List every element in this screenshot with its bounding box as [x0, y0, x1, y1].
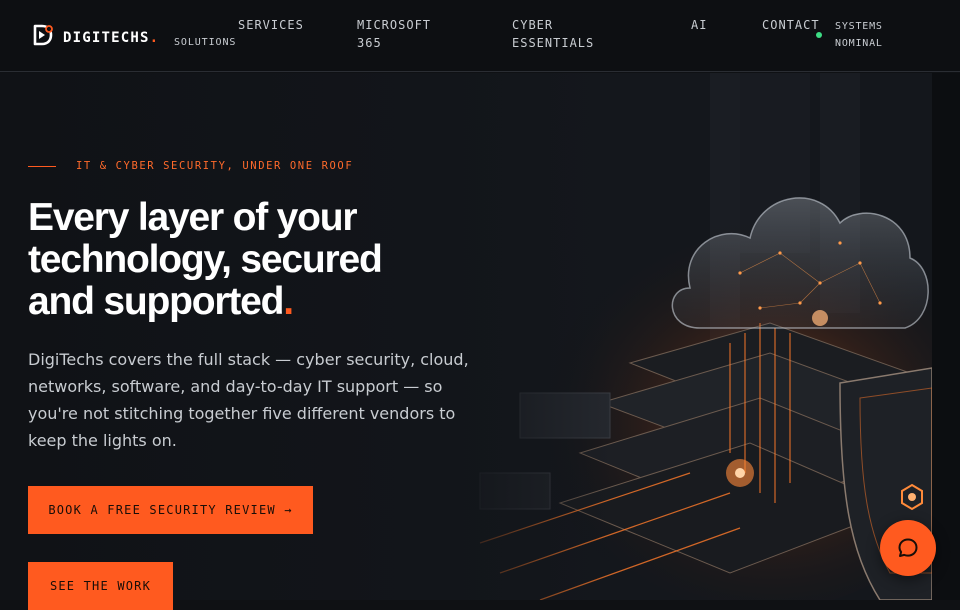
hero-lead-paragraph: DigiTechs covers the full stack — cyber …: [28, 350, 469, 450]
nav-label-line2: 365: [357, 36, 382, 50]
nav-label: AI: [691, 18, 708, 32]
nav-label-line2: ESSENTIALS: [512, 36, 595, 50]
nav-ai[interactable]: AI: [691, 16, 707, 34]
book-security-review-button[interactable]: BOOK A FREE SECURITY REVIEW →: [28, 486, 313, 534]
eyebrow-text: IT & CYBER SECURITY, UNDER ONE ROOF: [76, 160, 354, 172]
hero-headline: Every layer of your technology, secured …: [28, 197, 448, 323]
headline-text: Every layer of your technology, secured …: [28, 196, 383, 323]
nav-solutions[interactable]: SOLUTIONS: [174, 34, 236, 52]
nav-contact[interactable]: CONTACT: [762, 16, 820, 34]
brand-logo[interactable]: DIGITECHS .: [32, 20, 158, 50]
status-indicator-dot: [816, 32, 822, 38]
brand-name: DIGITECHS: [63, 30, 150, 46]
chat-bubble-icon: [898, 538, 918, 557]
site-header: DIGITECHS . SERVICES SOLUTIONS MICROSOFT…: [0, 0, 960, 72]
nav-cyber-essentials[interactable]: CYBER ESSENTIALS: [512, 16, 594, 52]
nav-label: CONTACT: [762, 18, 820, 32]
status-line1: SYSTEMS: [835, 21, 883, 32]
system-status: SYSTEMS NOMINAL: [816, 18, 895, 52]
nav-label: SERVICES: [238, 18, 304, 32]
eyebrow-rule: [28, 165, 56, 167]
nav-label: MICROSOFT: [357, 18, 432, 32]
digitechs-logo-icon: [33, 24, 53, 46]
headline-dot: .: [283, 280, 294, 323]
hero-eyebrow: IT & CYBER SECURITY, UNDER ONE ROOF: [28, 160, 353, 172]
chat-launcher-button[interactable]: [880, 520, 936, 576]
nav-label: SOLUTIONS: [174, 37, 237, 48]
nav-services[interactable]: SERVICES: [238, 16, 304, 34]
cloud-server-shield-illustration: [440, 73, 932, 600]
see-the-work-button[interactable]: SEE THE WORK: [28, 562, 173, 610]
nav-label: CYBER: [512, 18, 554, 32]
status-line2: NOMINAL: [835, 38, 883, 49]
status-text: SYSTEMS NOMINAL: [835, 18, 895, 52]
hero-edge-panel: [932, 73, 960, 600]
brand-dot: .: [149, 30, 159, 46]
nav-microsoft-365[interactable]: MICROSOFT 365: [357, 16, 431, 52]
